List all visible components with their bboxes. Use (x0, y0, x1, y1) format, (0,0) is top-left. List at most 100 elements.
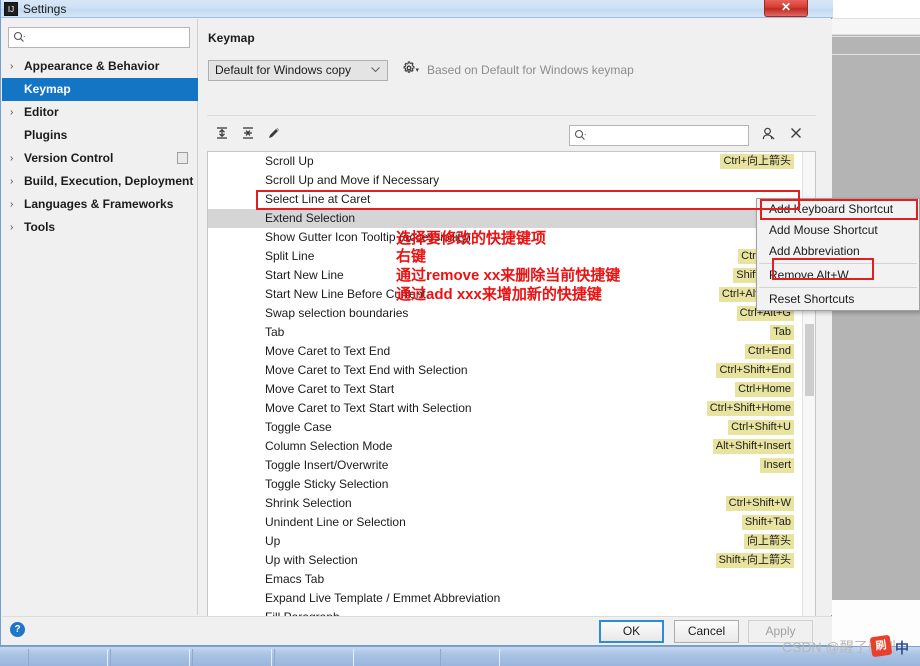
menu-separator (759, 263, 917, 264)
action-shortcut-badge: Ctrl+Shift+End (716, 363, 794, 378)
shortcut-context-menu: Add Keyboard ShortcutAdd Mouse ShortcutA… (756, 198, 920, 311)
action-row[interactable]: Move Caret to Text End with Selection Ctr… (208, 361, 803, 380)
sidebar-item-label: Keymap (24, 82, 71, 96)
action-name: Move Caret to Text Start (265, 380, 394, 399)
action-row[interactable]: Move Caret to Text EndCtrl+End (208, 342, 803, 361)
ok-button[interactable]: OK (599, 620, 664, 643)
keymap-dropdown[interactable]: Default for Windows copy (208, 60, 388, 81)
annotation-line-2: 右键 (396, 249, 426, 264)
action-shortcut-badge: Ctrl+Shift+W (726, 496, 794, 511)
desktop-divider (832, 36, 920, 37)
action-row[interactable]: Toggle Sticky Selection (208, 475, 803, 494)
title-bar: IJ Settings ✕ (1, 0, 833, 18)
action-row[interactable]: Swap selection boundariesCtrl+Alt+G (208, 304, 803, 323)
chevron-right-icon[interactable]: › (10, 193, 20, 216)
action-row[interactable]: Unindent Line or SelectionShift+Tab (208, 513, 803, 532)
annotation-line-4: 通过add xxx来增加新的快捷键 (396, 287, 602, 302)
action-name: Up (265, 532, 280, 551)
action-row[interactable]: Extend SelectionAlt+W (208, 209, 803, 228)
pencil-edit-icon[interactable] (263, 126, 285, 146)
action-row[interactable]: Select Line at Caret (208, 190, 803, 209)
action-row[interactable]: Up向上箭头 (208, 532, 803, 551)
chevron-right-icon[interactable]: › (10, 147, 20, 170)
taskbar-item[interactable] (440, 649, 500, 666)
action-row[interactable]: Expand Live Template / Emmet Abbreviatio… (208, 589, 803, 608)
action-row[interactable]: Up with SelectionShift+向上箭头 (208, 551, 803, 570)
sidebar-item-plugins[interactable]: Plugins (2, 124, 198, 147)
help-button[interactable]: ? (10, 622, 25, 637)
desktop-divider (832, 18, 920, 19)
taskbar-item[interactable] (274, 649, 354, 666)
action-name: Move Caret to Text Start with Selection (265, 399, 472, 418)
scrollbar-thumb[interactable] (805, 324, 814, 396)
watermark-logo: 刷 (870, 635, 893, 658)
divider (207, 115, 816, 116)
sidebar-item-label: Version Control (24, 151, 113, 165)
action-row[interactable]: Scroll Up and Move if Necessary (208, 171, 803, 190)
context-menu-item-remove-alt-w[interactable]: Remove Alt+W (757, 265, 919, 286)
close-icon[interactable] (787, 126, 805, 144)
sidebar-item-keymap[interactable]: Keymap (2, 78, 198, 101)
action-row[interactable]: Scroll UpCtrl+向上箭头 (208, 152, 803, 171)
taskbar-item[interactable] (28, 649, 108, 666)
copy-settings-icon[interactable] (177, 152, 188, 164)
cancel-button[interactable]: Cancel (674, 620, 739, 643)
sidebar-item-editor[interactable]: › Editor (2, 101, 198, 124)
action-row[interactable]: Toggle CaseCtrl+Shift+U (208, 418, 803, 437)
intellij-icon: IJ (4, 2, 18, 16)
action-name: Extend Selection (265, 209, 355, 228)
context-menu-item-add-abbreviation[interactable]: Add Abbreviation (757, 241, 919, 262)
action-row[interactable]: Column Selection ModeAlt+Shift+Insert (208, 437, 803, 456)
action-name: Move Caret to Text End with Selection (265, 361, 468, 380)
keymap-search-input[interactable] (591, 128, 743, 143)
collapse-all-icon[interactable] (237, 126, 259, 146)
action-name: Select Line at Caret (265, 190, 370, 209)
find-by-shortcut-icon[interactable] (759, 126, 777, 144)
action-shortcut-badge: Ctrl+Shift+Home (707, 401, 794, 416)
sidebar-item-tools[interactable]: › Tools (2, 216, 198, 239)
taskbar-item[interactable] (192, 649, 272, 666)
context-menu-item-reset-shortcuts[interactable]: Reset Shortcuts (757, 289, 919, 310)
sidebar-search-input[interactable] (31, 30, 186, 46)
action-name: Expand Live Template / Emmet Abbreviatio… (265, 589, 500, 608)
sidebar-item-languages-frameworks[interactable]: ›Languages & Frameworks (2, 193, 198, 216)
action-name: Emacs Tab (265, 570, 324, 589)
keymap-action-list[interactable]: Scroll UpCtrl+向上箭头Scroll Up and Move if … (207, 151, 816, 626)
expand-all-icon[interactable] (211, 126, 233, 146)
sidebar-item-label: Plugins (24, 128, 67, 142)
action-name: Scroll Up (265, 152, 314, 171)
action-row[interactable]: Toggle Insert/OverwriteInsert (208, 456, 803, 475)
context-menu-item-add-mouse-shortcut[interactable]: Add Mouse Shortcut (757, 220, 919, 241)
action-name: Start New Line (265, 266, 344, 285)
action-name: Tab (265, 323, 284, 342)
action-name: Toggle Case (265, 418, 332, 437)
action-shortcut-badge: Alt+Shift+Insert (713, 439, 794, 454)
window-title: Settings (23, 2, 66, 16)
chevron-right-icon[interactable]: › (10, 170, 20, 193)
action-name: Split Line (265, 247, 314, 266)
sidebar-item-build-execution-deployment[interactable]: ›Build, Execution, Deployment (2, 170, 198, 193)
sidebar-search-box[interactable] (8, 27, 190, 48)
action-row[interactable]: Move Caret to Text StartCtrl+Home (208, 380, 803, 399)
context-menu-item-add-keyboard-shortcut[interactable]: Add Keyboard Shortcut (757, 199, 919, 220)
chevron-right-icon[interactable]: › (10, 216, 20, 239)
screen: IJ Settings ✕ ›Appearance & Behavior Keym… (0, 0, 920, 666)
taskbar-item[interactable] (110, 649, 190, 666)
chevron-right-icon[interactable]: › (10, 55, 20, 78)
sidebar-item-appearance-behavior[interactable]: ›Appearance & Behavior (2, 55, 198, 78)
chevron-right-icon[interactable]: › (10, 101, 20, 124)
gear-icon[interactable]: ▾ (399, 61, 419, 80)
sidebar-item-label: Editor (24, 105, 59, 119)
action-shortcut-badge: Shift+向上箭头 (716, 553, 794, 568)
keymap-search-box[interactable] (569, 125, 749, 146)
action-row[interactable]: Move Caret to Text Start with Selection C… (208, 399, 803, 418)
action-name: Unindent Line or Selection (265, 513, 406, 532)
close-icon[interactable]: ✕ (764, 0, 808, 17)
sidebar-item-label: Tools (24, 220, 55, 234)
action-row[interactable]: Emacs Tab (208, 570, 803, 589)
action-row[interactable]: Split LineCtrl+Enter (208, 247, 803, 266)
keymap-based-on-label: Based on Default for Windows keymap (427, 63, 634, 77)
action-row[interactable]: TabTab (208, 323, 803, 342)
action-row[interactable]: Shrink SelectionCtrl+Shift+W (208, 494, 803, 513)
sidebar-item-version-control[interactable]: › Version Control (2, 147, 198, 170)
